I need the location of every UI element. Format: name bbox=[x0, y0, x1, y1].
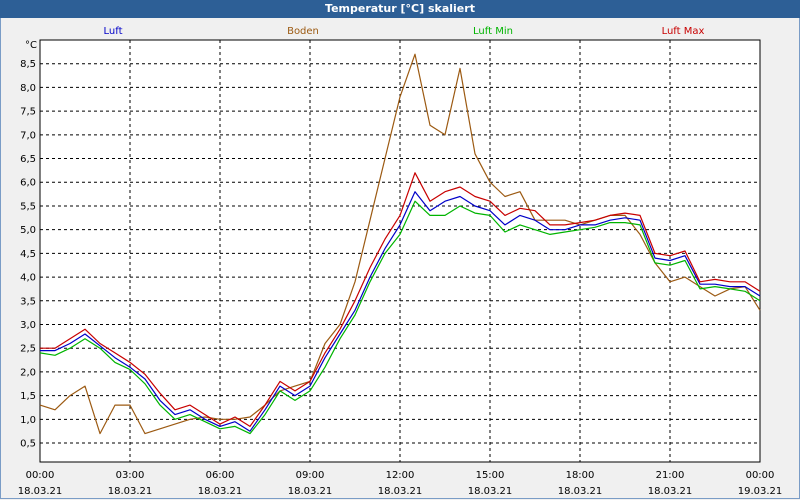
y-tick-label: 2,0 bbox=[20, 367, 36, 378]
y-tick-label: 0,5 bbox=[20, 439, 36, 450]
x-tick-date: 19.03.21 bbox=[738, 486, 783, 497]
temperature-chart: 0,5 1,0 1,5 2,0 2,5 3,0 3,5 4,0 4,5 5,0 5,5 6,0 6,5 7… bbox=[18, 26, 783, 497]
x-tick-date: 18.03.21 bbox=[648, 486, 693, 497]
x-tick-time: 18:00 bbox=[566, 470, 595, 481]
y-axis: 0,5 1,0 1,5 2,0 2,5 3,0 3,5 4,0 4,5 5,0 5,5 6,0 6,5 7… bbox=[20, 59, 36, 449]
x-tick-date: 18.03.21 bbox=[288, 486, 333, 497]
legend-entry-luft-min: Luft Min bbox=[473, 26, 513, 37]
x-tick-date: 18.03.21 bbox=[18, 486, 63, 497]
legend-entry-luft: Luft bbox=[104, 26, 123, 37]
y-tick-label: 1,0 bbox=[20, 415, 36, 426]
x-tick-time: 21:00 bbox=[656, 470, 685, 481]
legend: Luft Boden Luft Min Luft Max bbox=[104, 26, 705, 37]
y-tick-label: 3,5 bbox=[20, 296, 36, 307]
y-tick-label: 8,5 bbox=[20, 59, 36, 70]
y-tick-label: 4,5 bbox=[20, 249, 36, 260]
y-tick-label: 1,5 bbox=[20, 391, 36, 402]
x-axis: 00:00 18.03.21 03:00 18.03.21 06:00 18.03.21 0… bbox=[18, 470, 783, 497]
y-tick-label: 5,5 bbox=[20, 201, 36, 212]
y-axis-label: °C bbox=[25, 40, 37, 51]
y-tick-label: 4,0 bbox=[20, 273, 36, 284]
y-tick-label: 6,0 bbox=[20, 178, 36, 189]
legend-entry-boden: Boden bbox=[287, 26, 319, 37]
x-tick-date: 18.03.21 bbox=[198, 486, 243, 497]
x-tick-date: 18.03.21 bbox=[468, 486, 513, 497]
x-tick-time: 06:00 bbox=[206, 470, 235, 481]
x-tick-time: 00:00 bbox=[26, 470, 55, 481]
y-tick-label: 6,5 bbox=[20, 154, 36, 165]
legend-entry-luft-max: Luft Max bbox=[662, 26, 705, 37]
x-tick-time: 09:00 bbox=[296, 470, 325, 481]
x-tick-time: 12:00 bbox=[386, 470, 415, 481]
x-tick-date: 18.03.21 bbox=[558, 486, 603, 497]
y-tick-label: 7,0 bbox=[20, 130, 36, 141]
x-tick-time: 03:00 bbox=[116, 470, 145, 481]
y-tick-label: 7,5 bbox=[20, 107, 36, 118]
y-tick-label: 2,5 bbox=[20, 344, 36, 355]
y-tick-label: 5,0 bbox=[20, 225, 36, 236]
x-tick-date: 18.03.21 bbox=[378, 486, 423, 497]
x-tick-time: 00:00 bbox=[746, 470, 775, 481]
x-tick-time: 15:00 bbox=[476, 470, 505, 481]
y-tick-label: 3,0 bbox=[20, 320, 36, 331]
x-tick-date: 18.03.21 bbox=[108, 486, 153, 497]
y-tick-label: 8,0 bbox=[20, 83, 36, 94]
